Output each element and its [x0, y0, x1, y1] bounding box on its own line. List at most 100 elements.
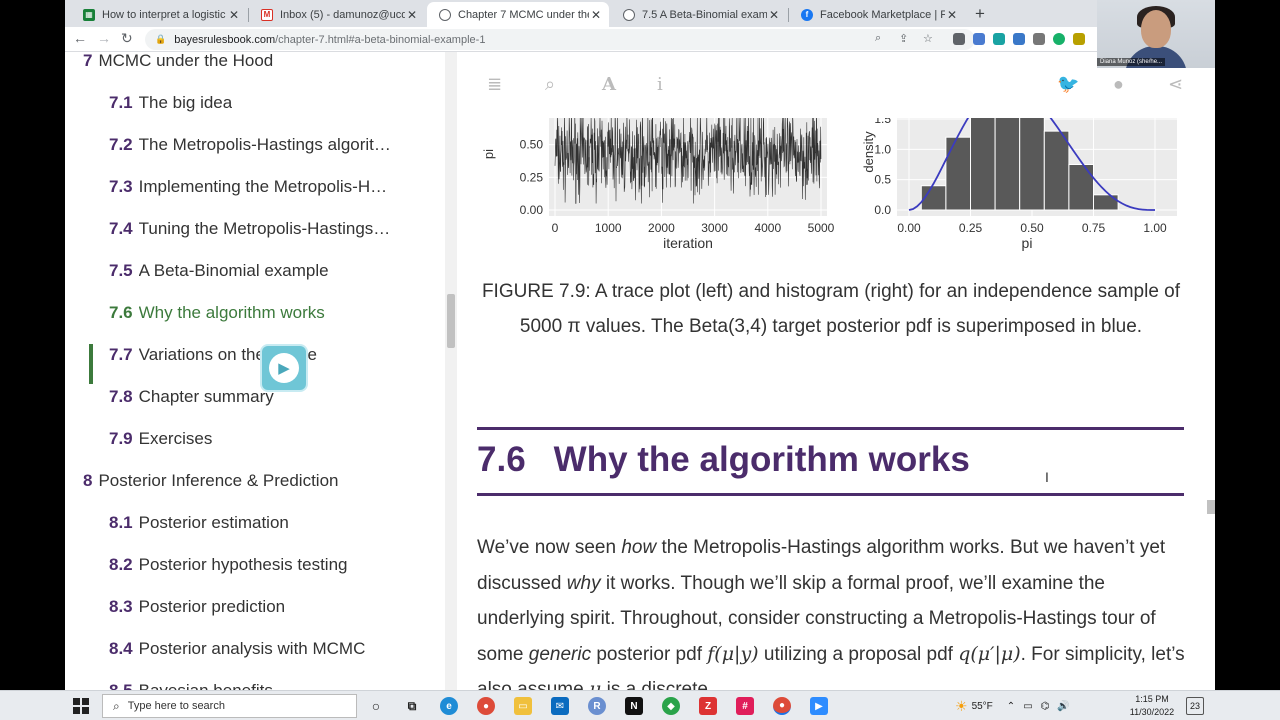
forward-icon[interactable]: → — [97, 30, 111, 46]
toc-item-7-3[interactable]: 7.3 Implementing the Metropolis-H… — [109, 172, 425, 202]
sidebar-scrollbar-thumb[interactable] — [447, 294, 455, 348]
github-icon[interactable]: ● — [1113, 74, 1124, 95]
evernote-icon[interactable]: ◆ — [662, 697, 680, 715]
extension-icon[interactable] — [993, 33, 1005, 45]
toc-item-7-6[interactable]: 7.6 Why the algorithm works — [109, 298, 425, 328]
content-scrollbar-thumb[interactable] — [1207, 500, 1215, 514]
share-icon[interactable]: ⇪ — [899, 32, 908, 45]
toc-item-8-2[interactable]: 8.2 Posterior hypothesis testing — [109, 550, 425, 580]
zoom-icon[interactable]: ⌕ — [875, 32, 881, 45]
toc-item-7-9[interactable]: 7.9 Exercises — [109, 424, 425, 454]
zoom-app-icon[interactable]: ▶ — [810, 697, 828, 715]
slack-icon[interactable]: # — [736, 697, 754, 715]
network-icon[interactable]: ⌬ — [1041, 701, 1050, 712]
cortana-icon[interactable]: ○ — [367, 697, 385, 715]
weather-icon[interactable]: ☀ — [955, 698, 968, 715]
tab-beta-binomial[interactable]: 7.5 A Beta-Binomial example | B ✕ — [611, 2, 787, 27]
toc-item-8[interactable]: 8 Posterior Inference & Prediction — [83, 466, 423, 496]
toc-item-8-4[interactable]: 8.4 Posterior analysis with MCMC — [109, 634, 425, 664]
extension-icon[interactable] — [1033, 33, 1045, 45]
extension-icon[interactable] — [973, 33, 985, 45]
close-icon[interactable]: ✕ — [227, 8, 241, 22]
browser-toolbar: ← → ↻ 🔒 bayesrulesbook.com/chapter-7.htm… — [65, 27, 1215, 52]
toc-item-number: 8.5 — [109, 681, 133, 690]
toc-item-7-4[interactable]: 7.4 Tuning the Metropolis-Hastings… — [109, 214, 425, 244]
weather-temp[interactable]: 55°F — [972, 701, 993, 712]
toc-item-number: 8.2 — [109, 555, 133, 574]
address-bar[interactable]: 🔒 bayesrulesbook.com/chapter-7.html#a-be… — [145, 29, 975, 50]
grammarly-icon[interactable] — [1053, 33, 1065, 45]
toc-item-number: 7 — [83, 52, 93, 70]
toc-item-7-2[interactable]: 7.2 The Metropolis-Hastings algorit… — [109, 130, 425, 160]
video-play-overlay[interactable]: ▶ — [262, 346, 306, 390]
hist-bar — [1019, 112, 1045, 211]
tab-facebook[interactable]: f Facebook Marketplace | Faceboo ✕ — [789, 2, 965, 27]
file-explorer-icon[interactable]: ▭ — [514, 697, 532, 715]
windows-start-icon[interactable] — [73, 698, 89, 714]
toc-item-8-1[interactable]: 8.1 Posterior estimation — [109, 508, 425, 538]
toc-item-label: The Metropolis-Hastings algorit… — [138, 135, 391, 154]
volume-icon[interactable]: 🔊 — [1057, 701, 1069, 712]
taskbar-search[interactable]: ⌕ Type here to search — [102, 694, 357, 718]
toc-item-number: 8.1 — [109, 513, 133, 532]
clock-date: 11/30/2022 — [1129, 707, 1175, 717]
battery-icon[interactable]: ▭ — [1023, 701, 1032, 712]
toc-item-number: 7.6 — [109, 303, 133, 322]
new-tab-button[interactable]: + — [975, 4, 985, 24]
hist-bar — [1093, 194, 1119, 211]
main-content: 0.00 0.25 0.50 0.75 0 1000 2000 3000 4000 5000 ite… — [457, 52, 1207, 690]
extension-icon[interactable] — [1073, 33, 1085, 45]
menu-icon[interactable]: ≣ — [487, 74, 502, 95]
chrome-icon[interactable]: ● — [477, 697, 495, 715]
toc-item-7[interactable]: 7 MCMC under the Hood — [83, 52, 423, 76]
toc-item-number: 7.2 — [109, 135, 133, 154]
tab-inbox[interactable]: M Inbox (5) - damunoz@ucdavis.ed ✕ — [249, 2, 425, 27]
extension-icon[interactable] — [953, 33, 965, 45]
notifications-icon[interactable]: 23 — [1186, 697, 1204, 715]
notion-icon[interactable]: N — [625, 697, 643, 715]
close-icon[interactable]: ✕ — [767, 8, 781, 22]
hist-x-tick-label: 1.00 — [1143, 221, 1167, 235]
extension-icon[interactable] — [1013, 33, 1025, 45]
tray-chevron-icon[interactable]: ⌃ — [1007, 701, 1015, 712]
hist-x-axis-label: pi — [1022, 235, 1033, 251]
reload-icon[interactable]: ↻ — [121, 30, 133, 47]
hist-bar — [970, 112, 996, 211]
tab-logistic[interactable]: ▦ How to interpret a logistic regre ✕ — [71, 2, 247, 27]
mail-icon[interactable]: ✉ — [551, 697, 569, 715]
toc-item-8-3[interactable]: 8.3 Posterior prediction — [109, 592, 425, 622]
close-icon[interactable]: ✕ — [589, 8, 603, 22]
info-icon[interactable]: i — [657, 74, 663, 95]
font-settings-icon[interactable]: A — [602, 74, 616, 95]
sidebar-scrollbar[interactable] — [445, 52, 457, 690]
twitter-icon[interactable]: 🐦 — [1057, 74, 1079, 95]
toc-item-label: Chapter summary — [138, 387, 274, 406]
toc-item-label: MCMC under the Hood — [98, 52, 274, 70]
r-icon[interactable]: R — [588, 697, 606, 715]
task-view-icon[interactable]: ⧉ — [403, 697, 421, 715]
back-icon[interactable]: ← — [73, 30, 87, 46]
zotero-icon[interactable]: Z — [699, 697, 717, 715]
trace-x-tick-label: 5000 — [808, 221, 835, 235]
bookmark-star-icon[interactable]: ☆ — [923, 32, 933, 45]
content-scrollbar[interactable] — [1207, 118, 1215, 690]
search-icon[interactable]: ⌕ — [545, 74, 555, 95]
edge-icon[interactable]: e — [440, 697, 458, 715]
hist-y-tick-label: 1.0 — [874, 142, 891, 156]
close-icon[interactable]: ✕ — [945, 8, 959, 22]
search-placeholder: Type here to search — [127, 700, 225, 712]
toc-item-number: 7.4 — [109, 219, 133, 238]
toc-item-label: Why the algorithm works — [138, 303, 325, 322]
toc-item-7-5[interactable]: 7.5 A Beta-Binomial example — [109, 256, 425, 286]
share-icon[interactable]: ⋖ — [1168, 74, 1183, 95]
toc-item-number: 7.3 — [109, 177, 133, 196]
lock-icon: 🔒 — [155, 34, 167, 44]
tab-chapter-7[interactable]: Chapter 7 MCMC under the Hoo ✕ — [427, 2, 609, 27]
toc-item-7-1[interactable]: 7.1 The big idea — [109, 88, 425, 118]
chrome-active-icon[interactable]: ● — [773, 697, 791, 715]
close-icon[interactable]: ✕ — [405, 8, 419, 22]
play-icon[interactable]: ▶ — [269, 353, 299, 383]
clock[interactable]: 1:15 PM 11/30/2022 — [1127, 693, 1177, 719]
toc-item-8-5[interactable]: 8.5 Bayesian benefits — [109, 676, 425, 690]
table-of-contents: 7 MCMC under the Hood 7.1 The big idea 7.2 Th… — [65, 52, 445, 690]
